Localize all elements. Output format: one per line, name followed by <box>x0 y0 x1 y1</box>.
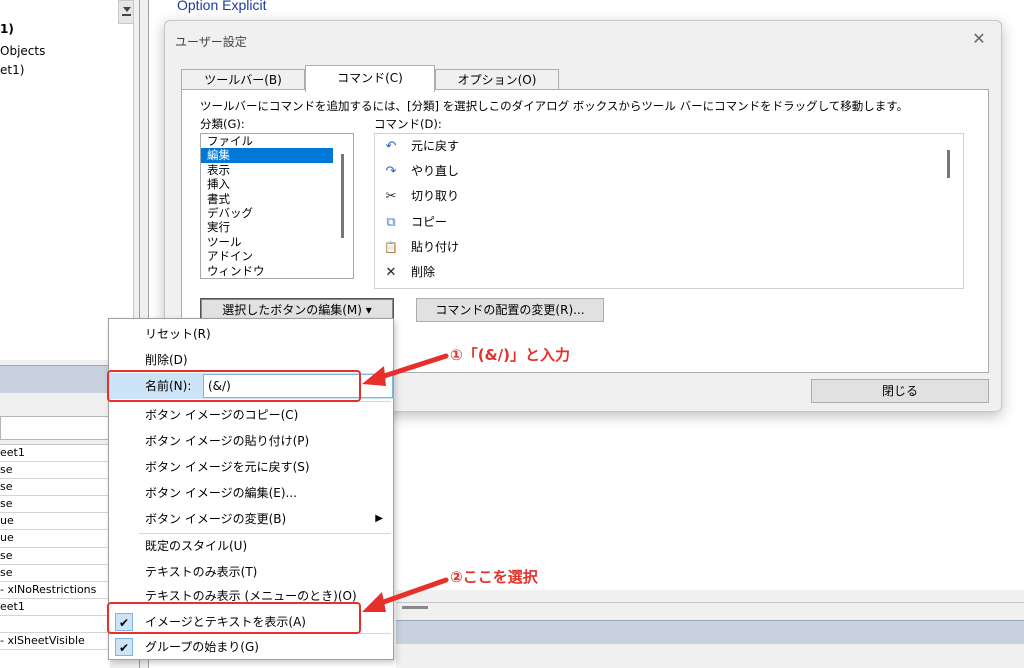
command-item-paste[interactable]: 📋 貼り付け <box>375 235 963 260</box>
menu-item-label: ボタン イメージの変更(B) <box>145 512 287 526</box>
check-icon: ✔ <box>115 638 133 656</box>
immediate-window-title-bar <box>396 620 1024 644</box>
category-item[interactable]: ファイル <box>201 134 353 148</box>
dialog-title: ユーザー設定 <box>175 35 247 49</box>
tree-scroll-button[interactable] <box>118 0 134 24</box>
property-value[interactable]: se <box>0 462 110 480</box>
menu-item-copy-image[interactable]: ボタン イメージのコピー(C) <box>109 402 393 428</box>
instruction-text: ツールバーにコマンドを追加するには、[分類] を選択しこのダイアログ ボックスか… <box>200 99 909 113</box>
highlight-image-and-text <box>107 602 361 634</box>
property-value[interactable]: se <box>0 564 110 582</box>
command-list[interactable]: ↶ 元に戻す ↷ やり直し ✂ 切り取り ⧉ コピー 📋 貼り付け ✕ 削除 <box>374 133 964 289</box>
property-value[interactable]: eet1 <box>0 445 110 463</box>
command-item-label: 削除 <box>411 264 436 279</box>
submenu-arrow-icon: ▶ <box>375 513 383 524</box>
property-value[interactable]: ue <box>0 530 110 548</box>
command-label: コマンド(D): <box>374 117 442 131</box>
menu-item-edit-image[interactable]: ボタン イメージの編集(E)... <box>109 480 393 506</box>
property-value[interactable]: se <box>0 547 110 565</box>
callout-step-1: ①「(&/)」と入力 <box>450 346 570 364</box>
highlight-name-field <box>107 370 361 402</box>
command-item-label: コピー <box>411 214 448 229</box>
command-item-delete[interactable]: ✕ 削除 <box>375 260 963 285</box>
category-item[interactable]: ウィンドウ <box>201 264 353 278</box>
menu-item-label: グループの始まり(G) <box>145 640 259 654</box>
close-button[interactable]: 閉じる <box>811 379 989 403</box>
tab-command[interactable]: コマンド(C) <box>305 65 435 92</box>
command-item-redo[interactable]: ↷ やり直し <box>375 159 963 184</box>
property-value[interactable]: se <box>0 496 110 514</box>
category-list[interactable]: ファイル 編集 表示 挿入 書式 デバッグ 実行 ツール アドイン ウィンドウ <box>200 133 354 279</box>
code-line[interactable]: Option Explicit <box>177 0 266 13</box>
tab-toolbar[interactable]: ツールバー(B) <box>181 69 305 91</box>
close-icon[interactable]: ✕ <box>969 29 989 49</box>
property-value[interactable] <box>0 615 110 634</box>
horizontal-scrollbar[interactable] <box>396 602 1024 616</box>
rearrange-commands-button[interactable]: コマンドの配置の変更(R)... <box>416 298 604 322</box>
property-value[interactable]: se <box>0 479 110 497</box>
category-item[interactable]: アドイン <box>201 249 353 263</box>
category-scrollbar-thumb[interactable] <box>341 154 344 238</box>
scissors-icon: ✂ <box>385 189 397 205</box>
delete-icon: ✕ <box>385 264 397 280</box>
category-item[interactable]: ツール <box>201 235 353 249</box>
category-item[interactable]: 挿入 <box>201 177 353 191</box>
menu-item-reset-image[interactable]: ボタン イメージを元に戻す(S) <box>109 454 393 480</box>
command-item-label: 貼り付け <box>411 239 460 254</box>
menu-item-reset[interactable]: リセット(R) <box>109 321 393 347</box>
copy-icon: ⧉ <box>386 214 396 230</box>
menu-item-begin-group[interactable]: ✔ グループの始まり(G) <box>109 634 393 660</box>
command-scrollbar-thumb[interactable] <box>947 150 950 178</box>
property-value[interactable]: eet1 <box>0 598 110 616</box>
category-label: 分類(G): <box>200 117 245 131</box>
tree-item[interactable]: Objects <box>0 44 45 58</box>
redo-icon: ↷ <box>385 164 397 180</box>
tab-options[interactable]: オプション(O) <box>435 69 559 91</box>
category-item[interactable]: 実行 <box>201 220 353 234</box>
command-item-label: 元に戻す <box>411 139 460 153</box>
paste-icon: 📋 <box>384 240 398 254</box>
properties-grid[interactable]: eet1 se se se ue ue se se - xlNoRestrict… <box>0 444 110 668</box>
menu-item-change-image[interactable]: ボタン イメージの変更(B) ▶ <box>109 506 393 532</box>
category-item-selected[interactable]: 編集 <box>201 148 333 163</box>
menu-item-text-only[interactable]: テキストのみ表示(T) <box>109 559 393 585</box>
project-tree[interactable]: 1) Objects et1) <box>0 0 134 360</box>
menu-item-default-style[interactable]: 既定のスタイル(U) <box>109 533 393 559</box>
property-value[interactable]: ue <box>0 513 110 531</box>
category-item[interactable]: 書式 <box>201 192 353 206</box>
code-window-bottom <box>396 590 1024 668</box>
command-item-undo[interactable]: ↶ 元に戻す <box>375 134 963 159</box>
tree-item[interactable]: 1) <box>0 22 14 36</box>
menu-item-paste-image[interactable]: ボタン イメージの貼り付け(P) <box>109 428 393 454</box>
command-item-copy[interactable]: ⧉ コピー <box>375 210 963 235</box>
undo-icon: ↶ <box>385 139 397 154</box>
callout-step-2: ②ここを選択 <box>450 568 538 586</box>
category-item[interactable]: 表示 <box>201 163 353 177</box>
property-value[interactable]: - xlNoRestrictions <box>0 581 110 599</box>
command-item-cut[interactable]: ✂ 切り取り <box>375 184 963 209</box>
tree-item[interactable]: et1) <box>0 63 24 77</box>
command-item-label: やり直し <box>411 164 460 179</box>
category-item[interactable]: デバッグ <box>201 206 353 220</box>
property-value[interactable]: - xlSheetVisible <box>0 633 110 651</box>
command-item-label: 切り取り <box>411 189 460 204</box>
